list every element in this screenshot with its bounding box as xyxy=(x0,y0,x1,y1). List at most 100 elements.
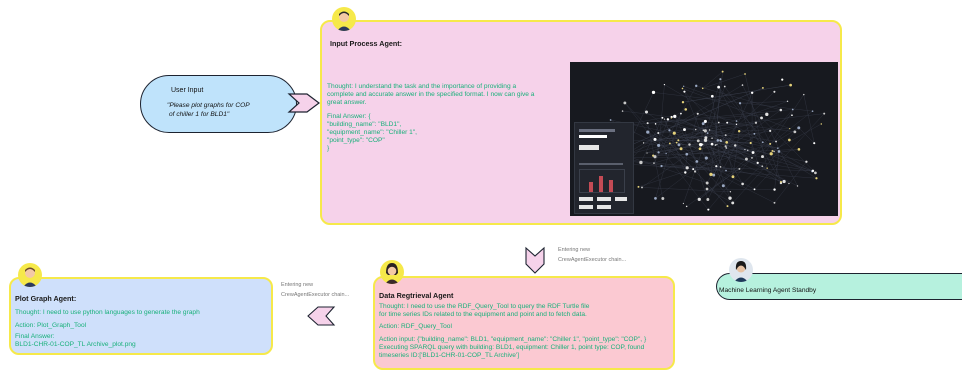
input-agent-thought-2: complete and accurate answer in the spec… xyxy=(327,91,535,98)
graph-node xyxy=(685,152,689,156)
graph-node xyxy=(714,144,717,146)
graph-node xyxy=(771,149,774,152)
input-process-agent-box: Input Process Agent: Thought: I understa… xyxy=(320,20,842,225)
graph-edge xyxy=(702,73,746,89)
graph-node xyxy=(657,151,660,154)
graph-edge xyxy=(658,84,665,153)
graph-node xyxy=(663,118,666,120)
graph-node xyxy=(761,141,764,144)
user-input-node: User Input "Please plot graphs for COP o… xyxy=(140,75,297,133)
graph-node xyxy=(706,198,710,201)
graph-node xyxy=(653,155,657,159)
graph-edge xyxy=(647,109,793,124)
graph-node xyxy=(765,112,769,117)
graph-node xyxy=(609,119,612,121)
graph-node xyxy=(754,121,758,124)
graph-node xyxy=(710,94,714,98)
data-agent-title: Data Regtrieval Agent xyxy=(379,291,454,300)
graph-edge xyxy=(683,86,713,97)
graph-node xyxy=(760,116,763,120)
data-agent-input-1: Action input: {"building_name": BLD1, "e… xyxy=(379,336,647,343)
graph-edge xyxy=(702,71,723,89)
data-agent-input-3: timeseries ID:['BLD1-CHR-01-COP_TL Archi… xyxy=(379,352,520,359)
graph-node xyxy=(791,108,794,111)
graph-node xyxy=(684,108,688,111)
graph-node xyxy=(814,171,817,175)
graph-node xyxy=(820,123,823,125)
graph-node xyxy=(707,208,710,211)
graph-node xyxy=(780,180,782,183)
graph-edge xyxy=(664,119,686,173)
input-agent-final-4: "point_type": "COP" xyxy=(327,137,385,144)
graph-node xyxy=(751,156,753,159)
graph-node xyxy=(673,114,677,119)
plot-note-2: CrewAgentExecutor chain... xyxy=(281,292,350,298)
graph-node xyxy=(683,90,686,93)
graph-node xyxy=(773,150,775,153)
graph-node xyxy=(747,149,749,152)
graph-node xyxy=(663,83,666,86)
graph-node xyxy=(741,84,744,86)
graph-edge xyxy=(684,91,724,186)
graph-node xyxy=(733,144,737,147)
graph-node xyxy=(642,142,645,144)
graph-node xyxy=(724,145,727,148)
graph-node xyxy=(653,137,657,141)
plot-note-1: Entering new xyxy=(281,282,314,288)
user-input-title: User Input xyxy=(171,87,204,94)
graph-node xyxy=(753,188,756,191)
graph-edge xyxy=(803,94,815,144)
ml-agent-title: Machine Learning Agent Standby xyxy=(719,287,817,294)
graph-node xyxy=(646,152,648,154)
graph-node xyxy=(773,90,776,93)
graph-edge xyxy=(772,150,817,179)
graph-node xyxy=(708,129,711,131)
graph-node xyxy=(716,139,720,142)
graph-node xyxy=(811,110,814,112)
graph-edge xyxy=(716,91,775,145)
graph-node xyxy=(651,90,656,95)
graph-edge xyxy=(706,188,775,190)
data-retrieval-agent-box: Data Regtrieval Agent Thought: I need to… xyxy=(373,276,675,370)
graph-node xyxy=(644,110,649,114)
graph-node xyxy=(766,167,768,169)
graph-node xyxy=(716,143,718,146)
graph-node xyxy=(670,117,672,119)
arrow-right-icon xyxy=(287,93,320,113)
graph-node xyxy=(729,191,732,193)
graph-node xyxy=(680,112,682,115)
graph-edge xyxy=(718,87,737,122)
graph-node xyxy=(711,137,713,139)
input-agent-final-1: Final Answer: { xyxy=(327,113,371,120)
graph-node xyxy=(703,119,707,123)
graph-node xyxy=(738,167,741,170)
graph-node xyxy=(710,142,714,146)
graph-node xyxy=(782,179,786,184)
graph-node xyxy=(797,148,801,151)
graph-node xyxy=(797,126,801,130)
graph-node xyxy=(744,148,746,151)
graph-node xyxy=(719,78,722,81)
graph-node xyxy=(695,84,698,88)
graph-node xyxy=(661,116,664,119)
graph-edge xyxy=(761,117,816,173)
graph-node xyxy=(697,197,701,202)
graph-node xyxy=(781,78,784,81)
graph-node xyxy=(813,142,816,145)
graph-edge xyxy=(696,85,781,111)
graph-node xyxy=(789,127,791,130)
graph-node xyxy=(698,147,702,151)
graph-edge xyxy=(702,79,721,145)
graph-node xyxy=(811,169,815,173)
graph-node xyxy=(777,147,779,149)
graph-node xyxy=(706,132,709,134)
input-agent-final-2: "building_name": "BLD1", xyxy=(327,121,402,128)
plot-agent-thought: Thought: I need to use python languages … xyxy=(15,309,200,316)
graph-node xyxy=(693,170,697,173)
graph-node xyxy=(679,147,683,151)
graph-node xyxy=(621,110,624,112)
graph-node xyxy=(705,181,709,185)
graph-edge xyxy=(619,84,743,158)
plot-agent-final-2: BLD1-CHR-01-COP_TL Archive_plot.png xyxy=(15,341,136,348)
graph-edge xyxy=(682,84,791,103)
